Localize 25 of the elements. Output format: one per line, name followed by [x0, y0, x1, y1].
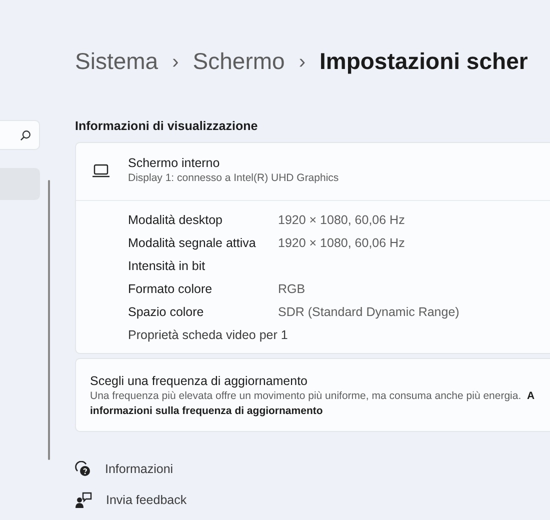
adapter-properties-link[interactable]: Proprietà scheda video per 1	[128, 324, 288, 347]
link[interactable]: A	[527, 390, 535, 402]
breadcrumb-item[interactable]: Sistema	[75, 44, 158, 79]
refresh-title: Scegli una frequenza di aggiornamento	[90, 372, 309, 389]
refresh-rate-card[interactable]: Scegli una frequenza di aggiornamento Una frequenza più elevata offre un movimento più uniforme, ma consuma anche più energia. A informazioni sulla frequenza di aggiornamento	[75, 358, 550, 432]
link[interactable]: informazioni sulla frequenza di aggiornamento	[90, 404, 323, 417]
detail-value: 1920 × 1080, 60,06 Hz	[278, 212, 405, 229]
footer-link[interactable]: Informazioni	[75, 460, 174, 478]
chevron-separator: ›	[172, 50, 179, 74]
detail-label: Modalità desktop	[128, 212, 224, 229]
display-subtitle: Display 1: connesso a Intel(R) UHD Graphics	[128, 171, 339, 186]
refresh-description: Una frequenza più elevata offre un movimento più uniforme, ma consuma anche più energia.	[90, 390, 522, 402]
breadcrumb-item[interactable]: Schermo	[192, 44, 285, 79]
detail-value: 1920 × 1080, 60,06 Hz	[278, 234, 405, 252]
detail-value: SDR (Standard Dynamic Range)	[278, 304, 460, 321]
detail-label: Formato colore	[128, 280, 214, 298]
footer-link[interactable]: Invia feedback	[75, 490, 187, 510]
detail-value: RGB	[278, 280, 306, 298]
section-title: Informazioni di visualizzazione	[75, 118, 259, 135]
breadcrumb-item: Impostazioni scher	[319, 47, 528, 76]
detail-label: Modalità segnale attiva	[128, 234, 257, 252]
display-title: Schermo interno	[128, 155, 221, 172]
detail-label: Spazio colore	[128, 304, 205, 321]
chevron-separator: ›	[298, 50, 306, 74]
detail-label: Intensità in bit	[128, 258, 206, 275]
